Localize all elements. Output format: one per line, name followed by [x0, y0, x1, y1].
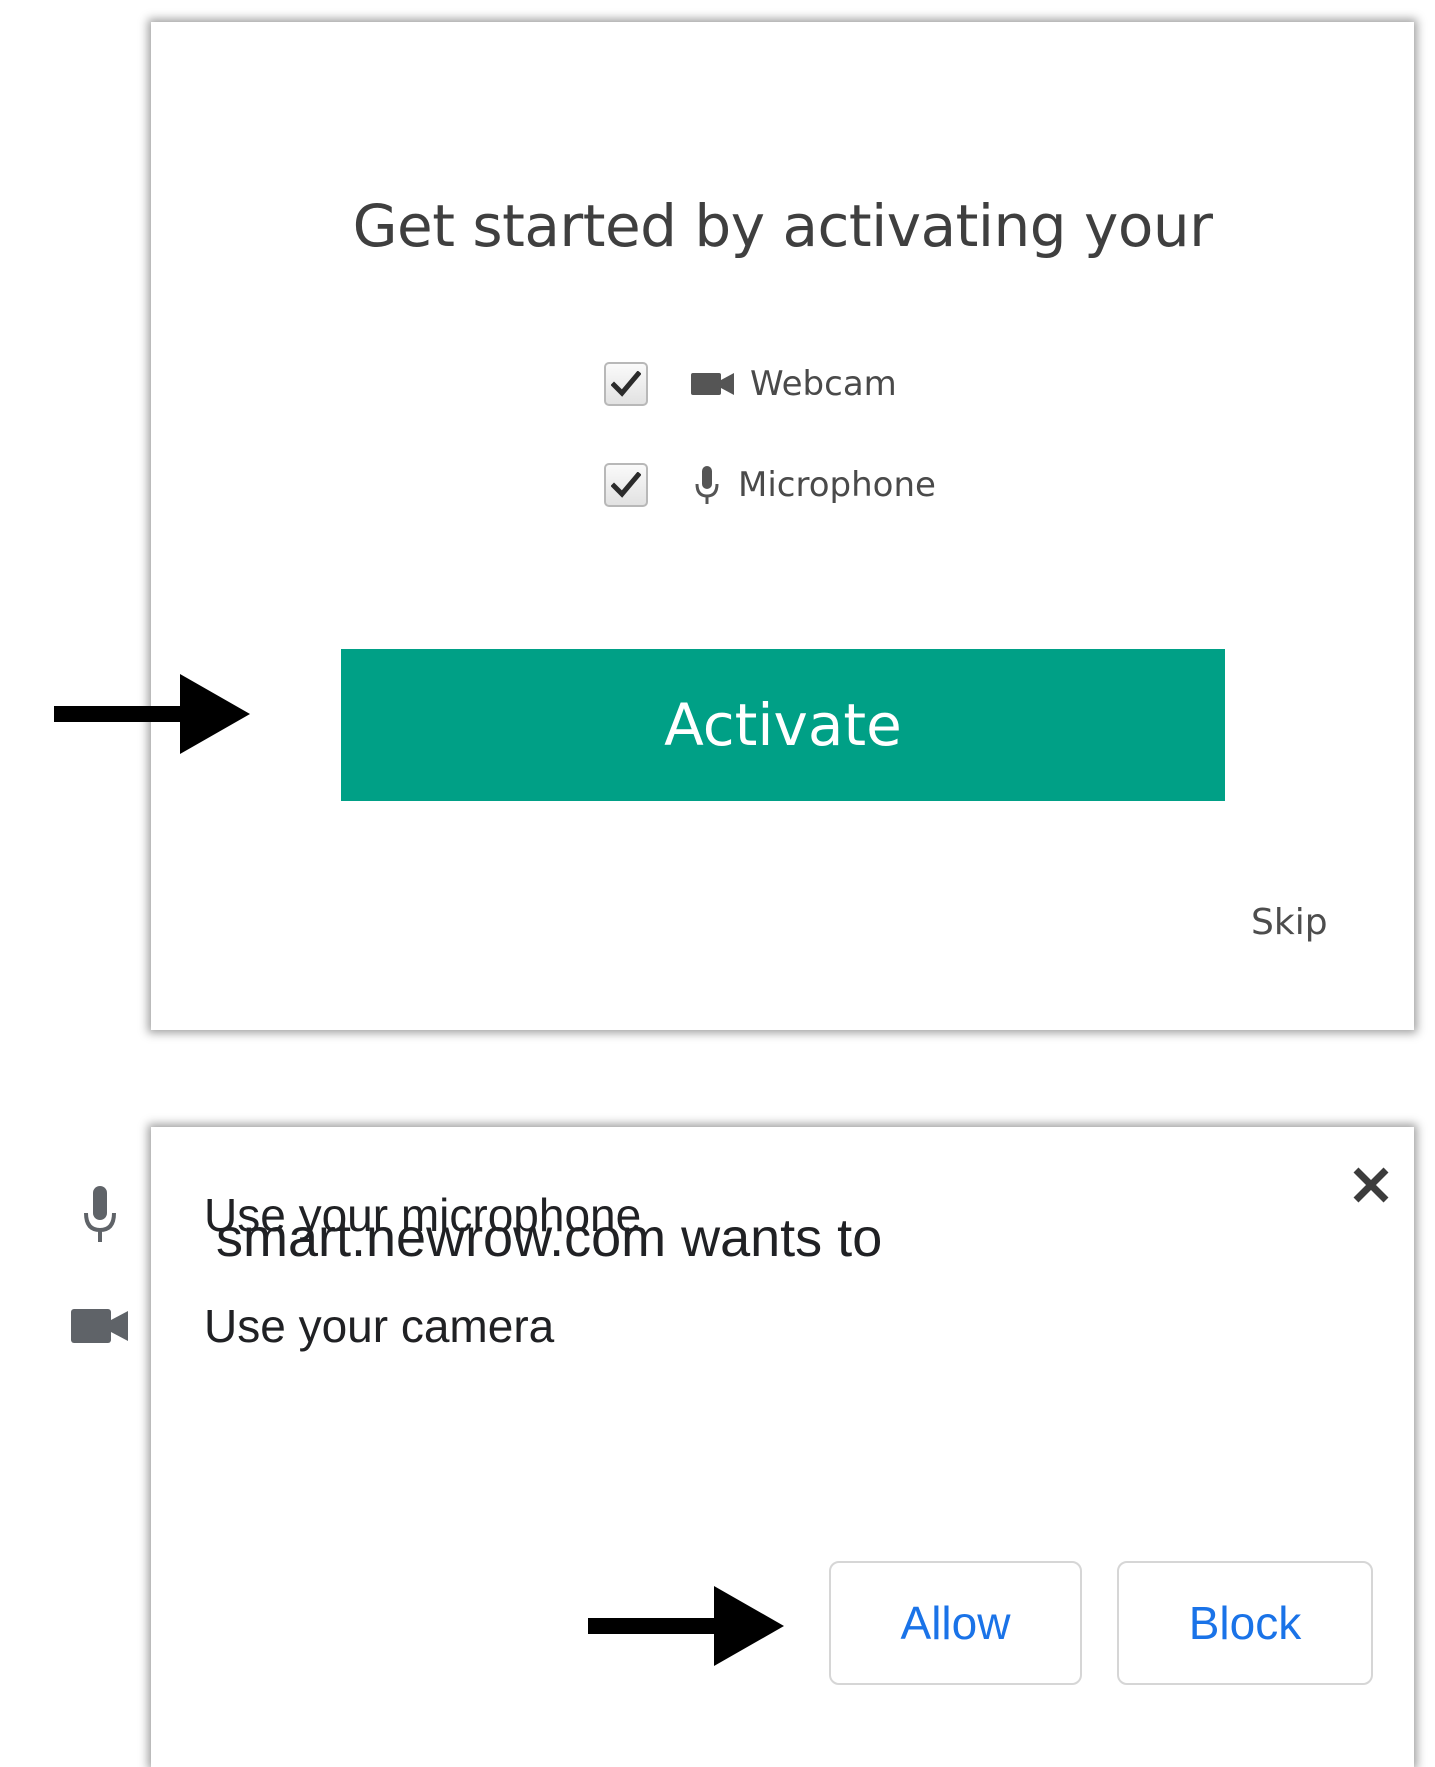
right-arrow-icon [54, 674, 250, 754]
skip-link[interactable]: Skip [1251, 902, 1328, 943]
microphone-label: Microphone [738, 465, 936, 505]
checkmark-icon [611, 472, 641, 498]
webcam-option[interactable]: Webcam [604, 359, 897, 409]
close-button[interactable] [1348, 1162, 1394, 1208]
block-button[interactable]: Block [1117, 1561, 1373, 1685]
permission-item-camera: Use your camera [70, 1296, 554, 1356]
webcam-checkbox[interactable] [604, 362, 648, 406]
microphone-option[interactable]: Microphone [604, 460, 936, 510]
microphone-checkbox[interactable] [604, 463, 648, 507]
activation-dialog: Get started by activating your Webcam Mi… [151, 22, 1414, 1030]
microphone-icon [70, 1185, 130, 1245]
activation-title: Get started by activating your [352, 192, 1213, 260]
activate-button[interactable]: Activate [341, 649, 1225, 801]
permission-item-microphone: Use your microphone [70, 1185, 641, 1245]
permission-label-camera: Use your camera [204, 1300, 555, 1352]
microphone-icon [690, 465, 724, 505]
video-camera-icon [690, 371, 736, 397]
right-arrow-icon [588, 1586, 784, 1666]
allow-button[interactable]: Allow [829, 1561, 1082, 1685]
video-camera-icon [70, 1308, 130, 1344]
checkmark-icon [611, 371, 641, 397]
close-icon [1353, 1167, 1389, 1203]
permission-label-microphone: Use your microphone [204, 1189, 642, 1241]
webcam-label: Webcam [750, 364, 897, 404]
